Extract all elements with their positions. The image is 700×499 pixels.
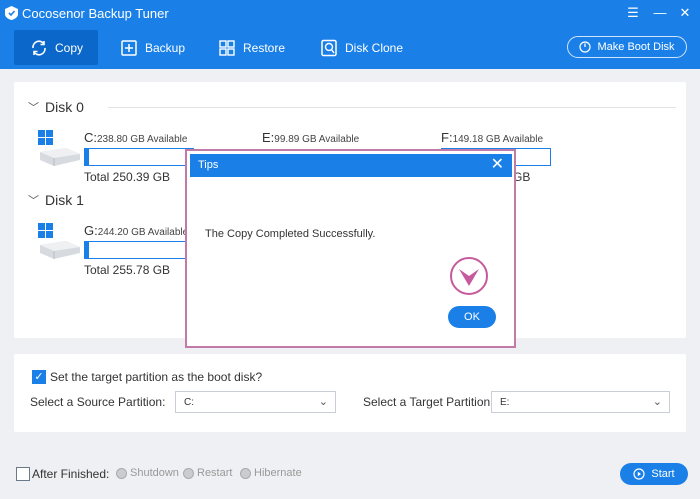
menu-icon[interactable]: ☰ bbox=[625, 5, 641, 21]
disk-clone-icon bbox=[321, 39, 337, 56]
chevron-down-icon: ⌄ bbox=[318, 396, 328, 408]
partition-available: 244.20 GB Available bbox=[97, 227, 189, 238]
start-label: Start bbox=[651, 468, 675, 480]
target-partition-label: Select a Target Partition: bbox=[363, 395, 494, 409]
set-boot-label: Set the target partition as the boot dis… bbox=[50, 370, 263, 384]
make-boot-disk-label: Make Boot Disk bbox=[597, 41, 675, 53]
radio-restart-label: Restart bbox=[197, 467, 233, 479]
target-partition-select[interactable]: E: ⌄ bbox=[491, 391, 670, 413]
chevron-down-icon: ﹀ bbox=[28, 195, 39, 207]
chevron-down-icon: ⌄ bbox=[652, 396, 662, 408]
partition-usage-bar bbox=[84, 148, 194, 166]
tab-restore-label: Restore bbox=[243, 40, 286, 55]
tab-backup[interactable]: Backup bbox=[106, 30, 199, 65]
partition-available: 99.89 GB Available bbox=[274, 134, 360, 145]
set-boot-checkbox[interactable]: ✓ bbox=[32, 370, 46, 384]
source-partition-value: C: bbox=[184, 397, 194, 408]
ok-button[interactable]: OK bbox=[448, 306, 496, 328]
disk-0-header[interactable]: ﹀ Disk 0 bbox=[28, 98, 84, 116]
boot-disk-icon bbox=[579, 41, 592, 53]
partition-letter: G: bbox=[84, 223, 98, 238]
windows-drive-icon bbox=[38, 130, 80, 166]
tab-copy[interactable]: Copy bbox=[14, 30, 98, 65]
divider bbox=[108, 107, 676, 108]
partition-available: 238.80 GB Available bbox=[97, 134, 188, 145]
radio-hibernate[interactable]: Hibernate bbox=[240, 467, 302, 479]
radio-shutdown-label: Shutdown bbox=[130, 467, 179, 479]
partition-usage-fill bbox=[85, 242, 90, 258]
options-panel: ✓ Set the target partition as the boot d… bbox=[14, 354, 686, 432]
tab-disk-clone-label: Disk Clone bbox=[345, 40, 404, 55]
app-logo-icon bbox=[5, 6, 18, 20]
tips-dialog: Tips ✕ The Copy Completed Successfully. … bbox=[185, 149, 516, 348]
radio-dot bbox=[116, 467, 127, 479]
partition-total: Total 250.39 GB bbox=[84, 170, 171, 184]
partition-letter: C: bbox=[84, 130, 97, 145]
partition-c[interactable]: C:238.80 GB Available Total 250.39 GB bbox=[36, 130, 206, 190]
make-boot-disk-button[interactable]: Make Boot Disk bbox=[567, 36, 687, 58]
dialog-title-bar: Tips ✕ bbox=[190, 154, 512, 177]
backup-icon bbox=[121, 39, 137, 56]
chevron-down-icon: ﹀ bbox=[28, 102, 39, 114]
partition-g[interactable]: G:244.20 GB Available Total 255.78 GB bbox=[36, 223, 206, 283]
partition-usage-bar bbox=[84, 241, 194, 259]
source-partition-select[interactable]: C: ⌄ bbox=[175, 391, 336, 413]
dialog-message: The Copy Completed Successfully. bbox=[205, 228, 376, 240]
tab-restore[interactable]: Restore bbox=[204, 30, 299, 65]
partition-letter: E: bbox=[262, 130, 275, 145]
partition-total: Total 255.78 GB bbox=[84, 263, 171, 277]
dialog-close-icon[interactable]: ✕ bbox=[491, 156, 504, 174]
tab-copy-label: Copy bbox=[55, 40, 84, 55]
dialog-title: Tips bbox=[198, 159, 219, 171]
disk-1-header[interactable]: ﹀ Disk 1 bbox=[28, 191, 84, 209]
close-icon[interactable]: ✕ bbox=[677, 5, 693, 21]
after-finished-checkbox[interactable] bbox=[16, 467, 30, 481]
disk-0-name: Disk 0 bbox=[45, 99, 84, 115]
after-finished-label: After Finished: bbox=[32, 467, 110, 481]
radio-restart[interactable]: Restart bbox=[183, 467, 232, 479]
windows-drive-icon bbox=[38, 223, 80, 259]
radio-hibernate-label: Hibernate bbox=[254, 467, 302, 479]
title-bar: Cocosenor Backup Tuner ☰ — ✕ bbox=[0, 0, 700, 26]
start-button[interactable]: Start bbox=[620, 463, 688, 485]
copy-icon bbox=[32, 39, 46, 56]
tab-disk-clone[interactable]: Disk Clone bbox=[306, 30, 417, 65]
play-icon bbox=[633, 468, 645, 480]
radio-shutdown[interactable]: Shutdown bbox=[116, 467, 179, 479]
minimize-icon[interactable]: — bbox=[652, 5, 668, 21]
radio-dot bbox=[183, 467, 194, 479]
restore-icon bbox=[219, 39, 235, 56]
toolbar: Copy Backup Restore Disk Clone Make Boot… bbox=[0, 26, 700, 69]
app-title: Cocosenor Backup Tuner bbox=[22, 6, 169, 21]
tab-backup-label: Backup bbox=[145, 40, 186, 55]
target-partition-value: E: bbox=[500, 397, 510, 408]
partition-usage-fill bbox=[85, 149, 90, 165]
radio-dot bbox=[240, 467, 251, 479]
bottom-bar: After Finished: Shutdown Restart Hiberna… bbox=[0, 452, 700, 499]
disk-1-name: Disk 1 bbox=[45, 192, 84, 208]
source-partition-label: Select a Source Partition: bbox=[30, 395, 166, 409]
partition-available: 149.18 GB Available bbox=[452, 134, 544, 145]
partition-letter: F: bbox=[441, 130, 453, 145]
checkmark-icon bbox=[450, 257, 488, 295]
